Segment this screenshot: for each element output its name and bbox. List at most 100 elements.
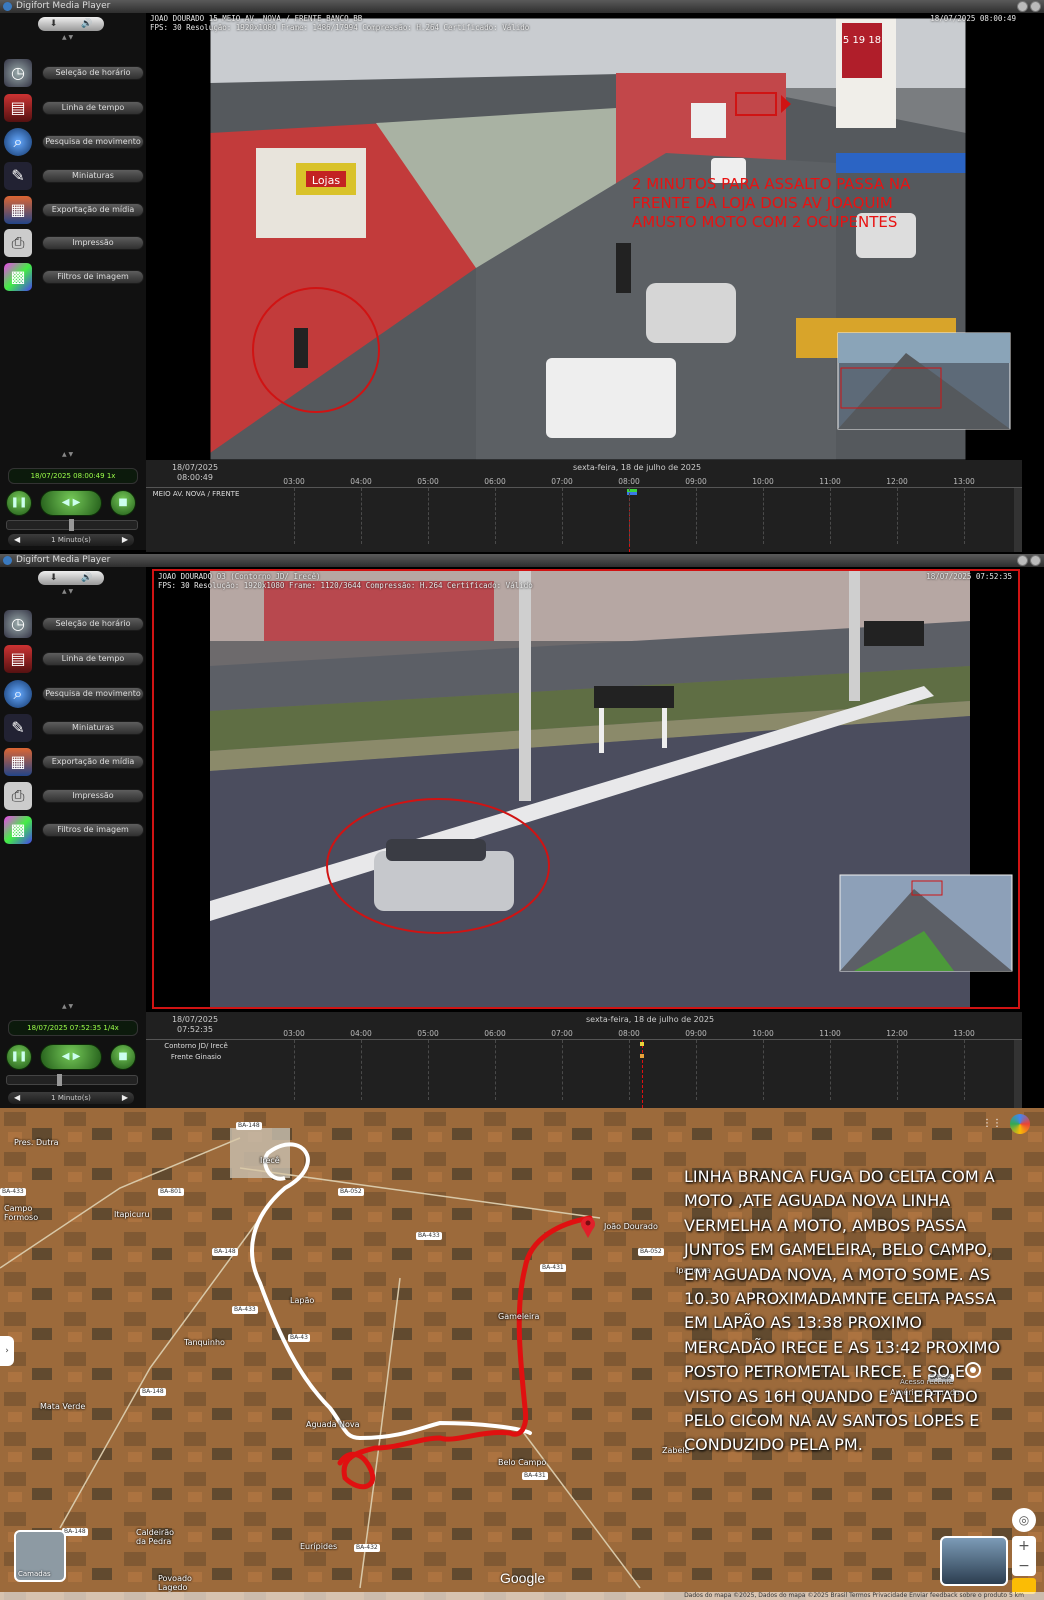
menu-label[interactable]: Exportação de mídia xyxy=(42,203,144,217)
menu-timeline[interactable]: ▤ Linha de tempo xyxy=(4,93,144,123)
menu-label[interactable]: Pesquisa de movimento xyxy=(42,135,144,149)
menu-motion-search[interactable]: ⌕ Pesquisa de movimento xyxy=(4,127,144,157)
map-place[interactable]: João Dourado xyxy=(604,1222,658,1231)
menu-label[interactable]: Miniaturas xyxy=(42,169,144,183)
play-direction-buttons[interactable]: ◀ ▶ xyxy=(40,490,102,516)
timeline-gridline xyxy=(495,1040,496,1100)
map-place[interactable]: Povoado Lagedo xyxy=(158,1574,208,1592)
collapse-arrows[interactable]: ▲ ▼ xyxy=(62,1003,73,1010)
pause-button[interactable]: ❚❚ xyxy=(6,1044,32,1070)
menu-label[interactable]: Filtros de imagem xyxy=(42,823,144,837)
map-place[interactable]: Itapicuru xyxy=(114,1210,150,1219)
map-place[interactable]: Eurípides xyxy=(300,1542,337,1551)
speaker-icon[interactable]: 🔊 xyxy=(81,571,92,585)
video-view-2[interactable]: JOAO DOURADO 03 (Contorno JD/ Irecê) FPS… xyxy=(152,569,1020,1009)
speaker-icon[interactable]: 🔊 xyxy=(81,17,92,31)
menu-media-export[interactable]: ▦ Exportação de mídia xyxy=(4,195,144,225)
menu-label[interactable]: Linha de tempo xyxy=(42,101,144,115)
timeline-gridline xyxy=(562,488,563,544)
timeline-2[interactable]: 18/07/2025 07:52:35 sexta-feira, 18 de ju… xyxy=(146,1012,1022,1108)
account-avatar[interactable] xyxy=(1010,1114,1030,1134)
menu-motion-search[interactable]: ⌕ Pesquisa de movimento xyxy=(4,679,144,709)
menu-thumbnails[interactable]: ✎ Miniaturas xyxy=(4,713,144,743)
map-place[interactable]: Campo Formoso xyxy=(4,1204,44,1222)
menu-label[interactable]: Exportação de mídia xyxy=(42,755,144,769)
apps-grid-icon[interactable]: ⋮⋮ xyxy=(982,1118,1002,1129)
speed-selector[interactable]: ◀ 1 Minuto(s) ▶ xyxy=(8,1092,134,1104)
position-slider[interactable] xyxy=(6,519,138,531)
map-place[interactable]: Aguada Nova xyxy=(306,1420,360,1429)
timeline-scrollbar[interactable] xyxy=(1014,1040,1022,1108)
menu-label[interactable]: Pesquisa de movimento xyxy=(42,687,144,701)
speed-selector[interactable]: ◀ 1 Minuto(s) ▶ xyxy=(8,534,134,546)
map-place[interactable]: Belo Campo xyxy=(498,1458,546,1467)
menu-label[interactable]: Linha de tempo xyxy=(42,652,144,666)
slider-knob[interactable] xyxy=(57,1074,62,1086)
expand-panel-button[interactable]: › xyxy=(0,1336,14,1366)
menu-time-selection[interactable]: ◷ Seleção de horário xyxy=(4,609,144,639)
close-button[interactable] xyxy=(1030,555,1041,566)
road-shield: BA-431 xyxy=(522,1472,548,1480)
zoom-controls[interactable]: + − xyxy=(1012,1536,1036,1576)
download-icon[interactable]: ⬇ xyxy=(50,17,58,31)
zoom-out-button[interactable]: − xyxy=(1012,1556,1036,1576)
collapse-arrows[interactable]: ▲ ▼ xyxy=(62,451,73,458)
timeline-cursor[interactable] xyxy=(642,1040,643,1108)
minimize-button[interactable] xyxy=(1017,1,1028,12)
play-direction-buttons[interactable]: ◀ ▶ xyxy=(40,1044,102,1070)
menu-label[interactable]: Seleção de horário xyxy=(42,617,144,631)
close-button[interactable] xyxy=(1030,1,1041,12)
map-place[interactable]: Irecê xyxy=(260,1156,280,1165)
video-timestamp: 18/07/2025 08:00:49 xyxy=(930,14,1016,23)
timeline-gridline xyxy=(696,1040,697,1100)
timeline-scrollbar[interactable] xyxy=(1014,488,1022,552)
collapse-arrows[interactable]: ▲ ▼ xyxy=(62,34,73,41)
arrow-left-icon[interactable]: ◀ xyxy=(14,534,20,546)
zoom-in-button[interactable]: + xyxy=(1012,1536,1036,1556)
audio-controls[interactable]: ⬇ 🔊 xyxy=(38,571,104,585)
menu-time-selection[interactable]: ◷ Seleção de horário xyxy=(4,58,144,88)
map-place[interactable]: Caldeirão da Pedra xyxy=(136,1528,186,1546)
menu-label[interactable]: Seleção de horário xyxy=(42,66,144,80)
timeline-1[interactable]: 18/07/2025 08:00:49 sexta-feira, 18 de ju… xyxy=(146,460,1022,552)
position-slider[interactable] xyxy=(6,1074,138,1086)
pause-button[interactable]: ❚❚ xyxy=(6,490,32,516)
my-location-button[interactable]: ◎ xyxy=(1012,1508,1036,1532)
timeline-hour-label: 06:00 xyxy=(484,477,506,486)
map-place[interactable]: Tanquinho xyxy=(184,1338,225,1347)
layers-label: Camadas xyxy=(18,1570,51,1578)
arrow-left-icon[interactable]: ◀ xyxy=(14,1092,20,1104)
menu-thumbnails[interactable]: ✎ Miniaturas xyxy=(4,161,144,191)
minimize-button[interactable] xyxy=(1017,555,1028,566)
collapse-arrows[interactable]: ▲ ▼ xyxy=(62,588,73,595)
timeline-hour-label: 03:00 xyxy=(283,1029,305,1038)
video-view-1[interactable]: Lojas 5 19 18 JOAO DOURADO 15 MEIO AV. N… xyxy=(146,13,1022,460)
menu-label[interactable]: Filtros de imagem xyxy=(42,270,144,284)
arrow-right-icon[interactable]: ▶ xyxy=(122,534,128,546)
menu-image-filters[interactable]: ▩ Filtros de imagem xyxy=(4,262,144,292)
map-place[interactable]: Pres. Dutra xyxy=(14,1138,59,1147)
download-icon[interactable]: ⬇ xyxy=(50,571,58,585)
stop-button[interactable]: ■ xyxy=(110,490,136,516)
slider-knob[interactable] xyxy=(69,519,74,531)
layers-button[interactable]: Camadas xyxy=(14,1530,66,1582)
timeline-gridline xyxy=(629,1040,630,1100)
timeline-gridline xyxy=(897,488,898,544)
menu-timeline[interactable]: ▤ Linha de tempo xyxy=(4,644,144,674)
menu-media-export[interactable]: ▦ Exportação de mídia xyxy=(4,747,144,777)
street-view-preview[interactable] xyxy=(940,1536,1008,1586)
menu-image-filters[interactable]: ▩ Filtros de imagem xyxy=(4,815,144,845)
menu-label[interactable]: Impressão xyxy=(42,789,144,803)
map-place[interactable]: Lapão xyxy=(290,1296,314,1305)
menu-print[interactable]: ⎙ Impressão xyxy=(4,781,144,811)
export-icon: ▦ xyxy=(4,196,32,224)
arrow-right-icon[interactable]: ▶ xyxy=(122,1092,128,1104)
menu-print[interactable]: ⎙ Impressão xyxy=(4,228,144,258)
menu-label[interactable]: Impressão xyxy=(42,236,144,250)
stop-button[interactable]: ■ xyxy=(110,1044,136,1070)
map-place[interactable]: Mata Verde xyxy=(40,1402,85,1411)
menu-label[interactable]: Miniaturas xyxy=(42,721,144,735)
audio-controls[interactable]: ⬇ 🔊 xyxy=(38,17,104,31)
timeline-hour-label: 11:00 xyxy=(819,477,841,486)
map-place[interactable]: Gameleira xyxy=(498,1312,539,1321)
